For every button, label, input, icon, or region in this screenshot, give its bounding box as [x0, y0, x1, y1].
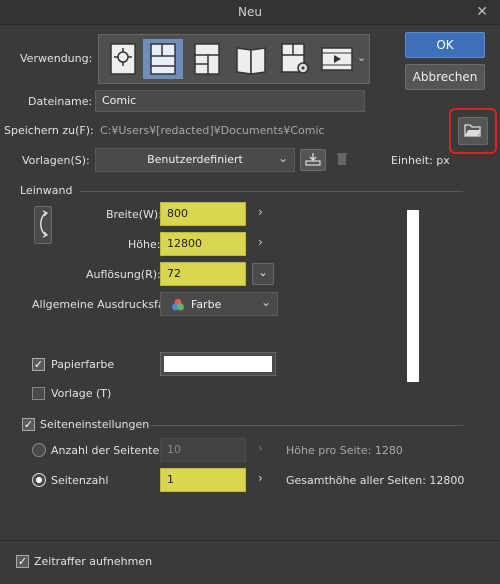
illustration-icon[interactable] [103, 39, 143, 79]
cancel-button[interactable]: Abbrechen [405, 64, 485, 90]
timelapse-checkbox[interactable]: ✓ [16, 555, 29, 568]
divisions-label: Anzahl der Seitenteile [51, 444, 173, 457]
width-input[interactable]: 800 [160, 202, 246, 226]
chevron-down-icon: ⌄ [260, 295, 271, 309]
save-to-label: Speichern zu(F): [4, 124, 94, 137]
height-arrow-icon[interactable]: › [258, 235, 263, 249]
ok-button[interactable]: OK [405, 32, 485, 58]
page-settings-title: Seiteneinstellungen [40, 418, 150, 431]
page-count-radio[interactable] [32, 473, 46, 487]
settings-page-icon[interactable] [275, 39, 315, 79]
canvas-section-title: Leinwand [20, 184, 73, 197]
paper-color-label: Papierfarbe [51, 358, 115, 371]
height-label: Höhe: [128, 238, 161, 251]
page-settings-divider [150, 425, 463, 426]
browse-folder-button[interactable] [458, 117, 488, 145]
usage-selector[interactable]: ⌄ [98, 34, 370, 84]
footer-divider [0, 540, 500, 541]
templates-select[interactable]: Benutzerdefiniert ⌄ [95, 148, 295, 172]
unit-label: Einheit: px [391, 154, 450, 167]
close-icon[interactable]: ✕ [476, 4, 488, 20]
window-title: Neu [238, 5, 262, 19]
templates-label: Vorlagen(S): [22, 154, 90, 167]
rotate-icon [36, 209, 50, 242]
canvas-preview [407, 210, 419, 382]
divisions-radio[interactable] [32, 443, 46, 457]
canvas-section-divider [80, 191, 463, 192]
template-label: Vorlage (T) [51, 387, 112, 400]
book-icon[interactable] [231, 39, 271, 79]
divisions-info: Höhe pro Seite: 1280 [286, 444, 403, 457]
save-path-text: C:¥Users¥[redacted]¥Documents¥Comic [100, 124, 325, 137]
divisions-arrow-icon[interactable]: › [258, 441, 263, 455]
resolution-input[interactable]: 72 [160, 262, 246, 286]
animation-icon[interactable] [317, 39, 357, 79]
print-color-value: Farbe [191, 298, 222, 311]
paper-color-swatch [164, 356, 272, 372]
page-count-info: Gesamthöhe aller Seiten: 12800 [286, 474, 465, 487]
layout-icon[interactable] [187, 39, 227, 79]
page-count-arrow-icon[interactable]: › [258, 471, 263, 485]
template-checkbox[interactable] [32, 387, 45, 400]
width-arrow-icon[interactable]: › [258, 205, 263, 219]
trash-icon [336, 152, 348, 169]
swap-orientation-button[interactable] [34, 206, 52, 244]
divisions-input[interactable]: 10 [160, 438, 246, 462]
color-palette-icon [171, 298, 185, 315]
page-count-input[interactable]: 1 [160, 468, 246, 492]
chevron-down-icon: ⌄ [277, 151, 288, 165]
paper-color-swatch-button[interactable] [160, 352, 276, 376]
print-color-select[interactable]: Farbe ⌄ [160, 292, 278, 316]
resolution-label: Auflösung(R): [86, 268, 161, 281]
folder-open-icon [464, 123, 482, 140]
templates-value: Benutzerdefiniert [147, 153, 243, 166]
register-template-button[interactable] [300, 149, 326, 171]
paper-color-checkbox[interactable]: ✓ [32, 358, 45, 371]
chevron-down-icon: ⌄ [258, 266, 268, 279]
usage-label: Verwendung: [20, 52, 93, 65]
title-bar: Neu ✕ [0, 0, 500, 25]
height-input[interactable]: 12800 [160, 232, 246, 256]
usage-more-chevron-icon[interactable]: ⌄ [357, 51, 366, 64]
width-label: Breite(W): [106, 208, 162, 221]
download-icon [305, 152, 321, 169]
page-settings-checkbox[interactable]: ✓ [22, 418, 35, 431]
page-count-label: Seitenzahl [51, 474, 109, 487]
filename-label: Dateiname: [28, 95, 93, 108]
filename-input[interactable]: Comic [95, 90, 365, 112]
resolution-dropdown-button[interactable]: ⌄ [252, 263, 274, 285]
delete-template-button[interactable] [332, 149, 352, 171]
comic-icon[interactable] [143, 39, 183, 79]
timelapse-label: Zeitraffer aufnehmen [34, 555, 153, 568]
